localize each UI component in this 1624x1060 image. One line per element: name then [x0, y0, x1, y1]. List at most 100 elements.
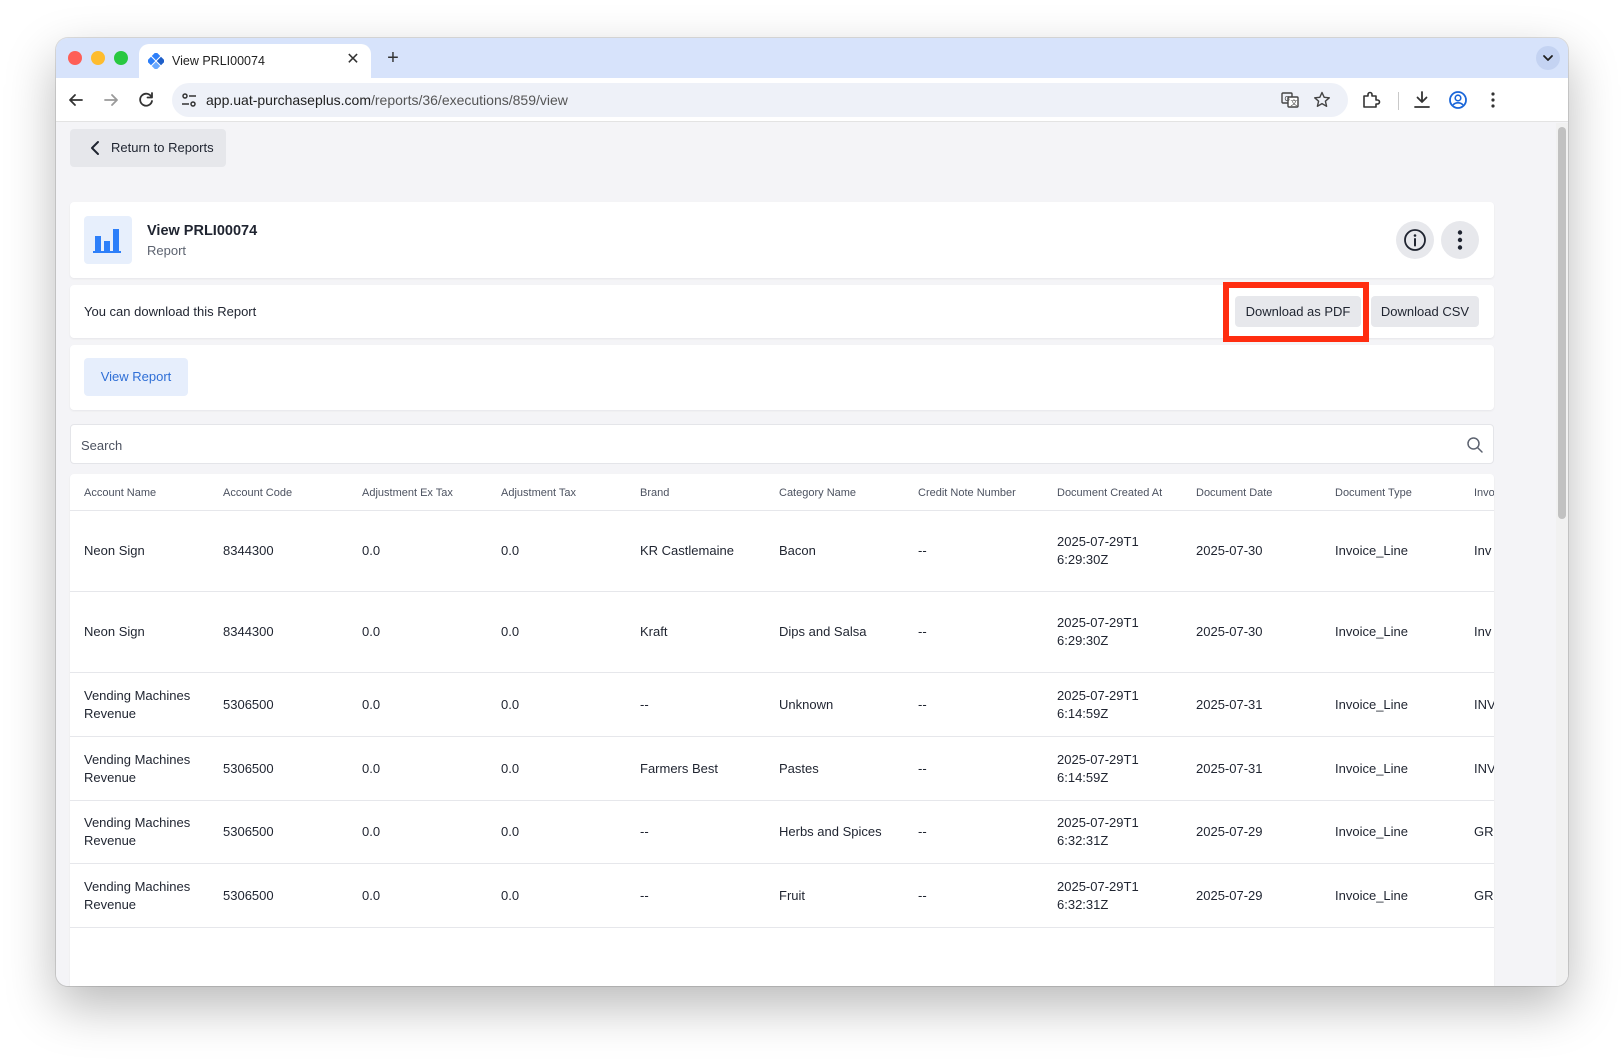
download-description: You can download this Report	[84, 304, 257, 319]
cell-document-date: 2025-07-29	[1196, 824, 1263, 839]
back-button[interactable]	[64, 88, 88, 112]
cell-category-name: Unknown	[779, 696, 834, 712]
download-csv-button[interactable]: Download CSV	[1371, 296, 1479, 327]
browser-menu-button[interactable]	[1481, 88, 1505, 112]
cell-category-name: Herbs and Spices	[779, 824, 882, 839]
puzzle-icon	[1363, 91, 1381, 108]
cell-account-name: Vending Machines Revenue	[84, 878, 191, 912]
cell-document-date: 2025-07-31	[1196, 696, 1263, 712]
report-table: Account Name Account Code Adjustment Ex …	[70, 474, 1494, 986]
column-header[interactable]: Invo	[1474, 487, 1494, 499]
cell-document-date: 2025-07-30	[1196, 543, 1263, 558]
cell-document-type: Invoice_Line	[1335, 543, 1408, 558]
cell-adjustment-tax: 0.0	[501, 887, 520, 903]
profile-button[interactable]	[1446, 88, 1470, 112]
table-row[interactable]: Vending Machines Revenue 5306500 0.0 0.0…	[70, 801, 1494, 864]
kebab-menu-icon	[1457, 230, 1463, 250]
cell-credit-note-number: --	[918, 543, 927, 558]
new-tab-button[interactable]: +	[381, 46, 405, 70]
tab-strip: View PRLI00074 ✕ +	[56, 38, 1568, 78]
column-header[interactable]: Credit Note Number	[918, 487, 1016, 499]
tab-search-button[interactable]	[1536, 46, 1560, 70]
search-bar	[70, 424, 1494, 464]
toolbar-divider	[1398, 92, 1399, 110]
cell-category-name: Dips and Salsa	[779, 624, 867, 639]
cell-invoice: INV	[1474, 696, 1494, 712]
address-bar[interactable]: app.uat-purchaseplus.com/reports/36/exec…	[172, 83, 1348, 117]
svg-text:文: 文	[1291, 98, 1298, 107]
column-header[interactable]: Document Created At	[1057, 487, 1162, 499]
download-pdf-button[interactable]: Download as PDF	[1235, 296, 1361, 327]
view-report-button[interactable]: View Report	[84, 358, 188, 396]
forward-button[interactable]	[99, 88, 123, 112]
cell-document-date: 2025-07-29	[1196, 887, 1263, 903]
cell-invoice: Inv	[1474, 543, 1492, 558]
cell-adjustment-tax: 0.0	[501, 543, 520, 558]
search-input[interactable]	[81, 435, 1451, 455]
column-header[interactable]: Account Name	[84, 487, 156, 499]
column-header[interactable]: Adjustment Tax	[501, 487, 576, 499]
scrollbar-thumb[interactable]	[1558, 127, 1566, 519]
cell-account-name: Vending Machines Revenue	[84, 815, 191, 848]
cell-adjustment-tax: 0.0	[501, 760, 520, 776]
page-scrollbar[interactable]	[1556, 123, 1568, 986]
view-report-card: View Report	[70, 345, 1494, 410]
cell-brand: Farmers Best	[640, 760, 719, 776]
cell-account-code: 8344300	[223, 543, 274, 558]
return-to-reports-button[interactable]: Return to Reports	[70, 129, 226, 167]
cell-brand: Kraft	[640, 624, 668, 639]
table-row[interactable]: Vending Machines Revenue 5306500 0.0 0.0…	[70, 737, 1494, 801]
cell-brand: --	[640, 887, 649, 903]
cell-adjustment-tax: 0.0	[501, 696, 520, 712]
more-options-button[interactable]	[1441, 221, 1479, 259]
search-icon[interactable]	[1466, 436, 1484, 454]
table-row[interactable]: Vending Machines Revenue 5306500 0.0 0.0…	[70, 864, 1494, 928]
cell-document-created-at: 2025-07-29T16:32:31Z	[1057, 815, 1139, 848]
bookmark-star-icon[interactable]	[1312, 90, 1332, 110]
cell-invoice: INV	[1474, 760, 1494, 776]
reload-button[interactable]	[134, 88, 158, 112]
translate-icon[interactable]: G 文	[1280, 90, 1300, 110]
svg-text:G: G	[1285, 96, 1290, 103]
cell-credit-note-number: --	[918, 887, 927, 903]
cell-adjustment-ex-tax: 0.0	[362, 887, 381, 903]
cell-adjustment-ex-tax: 0.0	[362, 824, 381, 839]
maximize-window-button[interactable]	[114, 51, 128, 65]
table-row[interactable]: Vending Machines Revenue 5306500 0.0 0.0…	[70, 673, 1494, 737]
extensions-button[interactable]	[1359, 88, 1383, 112]
column-header[interactable]: Brand	[640, 487, 669, 499]
cell-account-code: 8344300	[223, 624, 274, 639]
column-header[interactable]: Category Name	[779, 487, 856, 499]
cell-document-created-at: 2025-07-29T16:14:59Z	[1057, 687, 1139, 721]
profile-icon	[1449, 91, 1467, 109]
site-settings-icon[interactable]	[180, 91, 198, 109]
minimize-window-button[interactable]	[91, 51, 105, 65]
cell-document-date: 2025-07-31	[1196, 760, 1263, 776]
close-window-button[interactable]	[68, 51, 82, 65]
cell-invoice: GR	[1474, 824, 1494, 839]
cell-account-code: 5306500	[223, 887, 274, 903]
table-row[interactable]: Neon Sign 8344300 0.0 0.0 Kraft Dips and…	[70, 592, 1494, 673]
browser-tab-active[interactable]: View PRLI00074 ✕	[139, 44, 371, 78]
url-text[interactable]: app.uat-purchaseplus.com/reports/36/exec…	[206, 92, 568, 108]
downloads-button[interactable]	[1410, 88, 1434, 112]
url-host: app.uat-purchaseplus.com	[206, 92, 371, 108]
column-header[interactable]: Document Type	[1335, 487, 1412, 499]
close-tab-icon[interactable]: ✕	[343, 50, 363, 70]
table-row[interactable]: Neon Sign 8344300 0.0 0.0 KR Castlemaine…	[70, 511, 1494, 592]
chevron-down-icon	[1543, 55, 1553, 61]
column-header[interactable]: Account Code	[223, 487, 292, 499]
cell-category-name: Bacon	[779, 543, 816, 558]
cell-document-date: 2025-07-30	[1196, 624, 1263, 639]
cell-document-type: Invoice_Line	[1335, 760, 1408, 776]
cell-adjustment-tax: 0.0	[501, 624, 520, 639]
cell-brand: KR Castlemaine	[640, 543, 734, 558]
cell-account-name: Neon Sign	[84, 543, 145, 558]
column-header[interactable]: Document Date	[1196, 487, 1272, 499]
info-button[interactable]	[1396, 221, 1434, 259]
return-label: Return to Reports	[111, 140, 214, 155]
cell-adjustment-ex-tax: 0.0	[362, 696, 381, 712]
reload-icon	[139, 92, 153, 107]
column-header[interactable]: Adjustment Ex Tax	[362, 487, 453, 499]
cell-credit-note-number: --	[918, 696, 927, 712]
